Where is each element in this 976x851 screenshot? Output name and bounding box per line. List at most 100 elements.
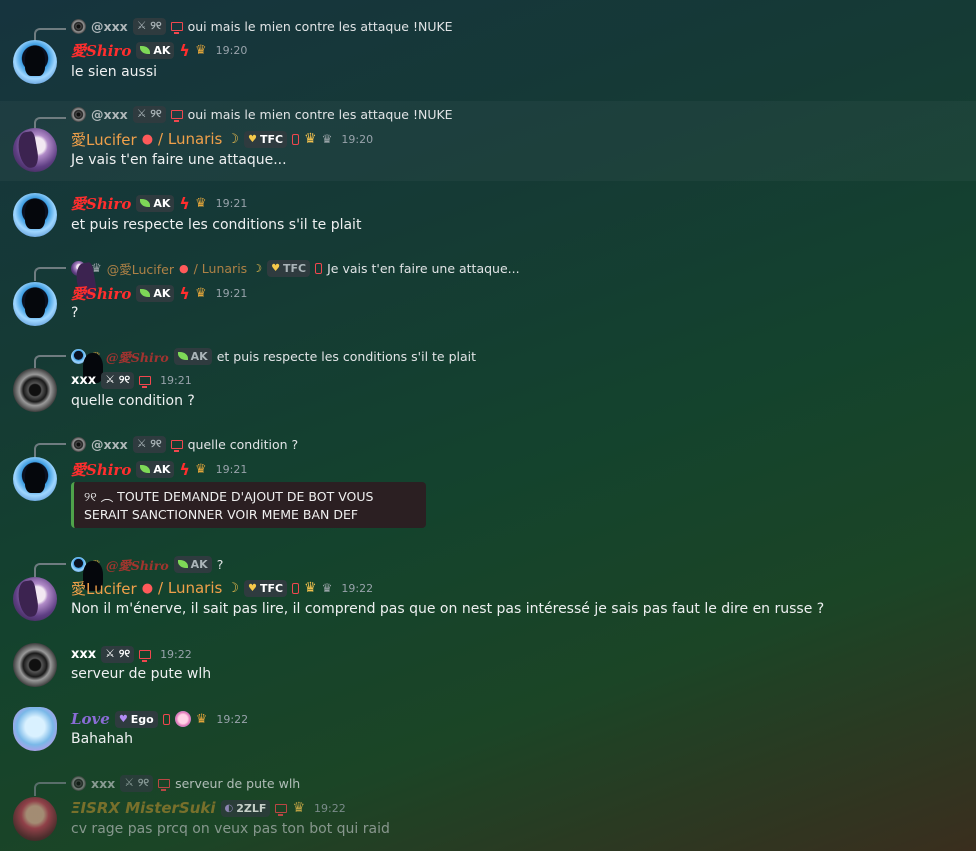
- guild-tag[interactable]: ♥ TFC: [243, 579, 288, 597]
- reply-text: et puis respecte les conditions s'il te …: [216, 348, 477, 364]
- author-name[interactable]: Love: [71, 710, 110, 728]
- message-header: 愛Shiro AK ϟ ♛ 19:21: [71, 282, 247, 304]
- timestamp[interactable]: 19:22: [160, 648, 192, 661]
- leaf-icon: [140, 289, 151, 297]
- timestamp[interactable]: 19:20: [216, 44, 248, 57]
- reply-avatar: [71, 260, 86, 276]
- author-name[interactable]: 愛Lucifer: [71, 129, 137, 150]
- bubble-icon: [174, 711, 191, 727]
- message-2[interactable]: @xxx ⚔ ୨୧ oui mais le mien contre les at…: [0, 101, 976, 181]
- timestamp[interactable]: 19:22: [341, 582, 373, 595]
- timestamp[interactable]: 19:20: [341, 133, 373, 146]
- reply-author[interactable]: @xxx: [91, 19, 128, 34]
- timestamp[interactable]: 19:21: [160, 374, 192, 387]
- reply-author[interactable]: @愛Shiro: [106, 347, 169, 366]
- guild-tag[interactable]: AK: [136, 41, 175, 59]
- leaf-icon: [177, 352, 188, 360]
- tag-label: TFC: [259, 581, 284, 595]
- tag-label: AK: [190, 349, 208, 363]
- apple-icon: ●: [141, 580, 154, 596]
- leaf-icon: [140, 199, 151, 207]
- tag-label: 2ZLF: [236, 801, 267, 815]
- message-header: 愛Shiro AK ϟ ♛ 19:20: [71, 39, 247, 61]
- guild-tag[interactable]: AK: [136, 284, 175, 302]
- author-name[interactable]: ΞISRX MisterSuki: [71, 799, 216, 817]
- reply-spine: [34, 355, 66, 369]
- guild-tag[interactable]: AK: [136, 460, 175, 478]
- message-header: 愛Shiro AK ϟ ♛ 19:21: [71, 192, 247, 214]
- message-9[interactable]: Love ♥ Ego ♛ 19:22 Bahahah: [0, 706, 976, 766]
- moon-icon: ☽: [227, 580, 239, 596]
- reply-preview[interactable]: @xxx ⚔ ୨୧ oui mais le mien contre les at…: [71, 105, 453, 123]
- guild-tag[interactable]: ♥ TFC: [243, 130, 288, 148]
- timestamp[interactable]: 19:22: [314, 802, 346, 815]
- reply-preview[interactable]: ♛ @愛Shiro AK ?: [71, 555, 223, 573]
- message-7[interactable]: ♛ @愛Shiro AK ? 愛Lucifer ● / Lunaris ☽ ♥T…: [0, 554, 976, 628]
- reply-author[interactable]: @愛Shiro: [106, 555, 169, 574]
- desktop-icon: [170, 109, 183, 122]
- badge-icon: ⚔ ୨୧: [132, 435, 166, 453]
- reply-text: oui mais le mien contre les attaque !NUK…: [187, 18, 453, 34]
- reply-preview[interactable]: @xxx ⚔ ୨୧ quelle condition ?: [71, 435, 298, 453]
- reply-preview[interactable]: xxx ⚔ ୨୧ serveur de pute wlh: [71, 774, 300, 792]
- author-name[interactable]: 愛Shiro: [71, 283, 131, 304]
- message-4[interactable]: ♛ @愛Lucifer ● / Lunaris ☽ ♥ TFC Je vais t…: [0, 258, 976, 328]
- author-name[interactable]: xxx: [71, 373, 96, 388]
- message-8[interactable]: xxx ⚔ ୨୧ 19:22 serveur de pute wlh: [0, 640, 976, 700]
- mobile-icon: [162, 713, 170, 725]
- avatar[interactable]: [13, 643, 57, 687]
- avatar[interactable]: [13, 282, 57, 326]
- message-6[interactable]: @xxx ⚔ ୨୧ quelle condition ? 愛Shiro AK ϟ…: [0, 434, 976, 534]
- reply-spine: [34, 267, 66, 281]
- message-3[interactable]: 愛Shiro AK ϟ ♛ 19:21 et puis respecte les…: [0, 188, 976, 248]
- reply-text: serveur de pute wlh: [175, 775, 301, 791]
- author-name[interactable]: 愛Shiro: [71, 40, 131, 61]
- author-name[interactable]: 愛Lucifer: [71, 578, 137, 599]
- guild-tag: AK: [173, 347, 212, 365]
- author-name[interactable]: 愛Shiro: [71, 459, 131, 480]
- avatar[interactable]: [13, 797, 57, 841]
- message-10[interactable]: xxx ⚔ ୨୧ serveur de pute wlh ΞISRX Miste…: [0, 773, 976, 851]
- crown-icon: ♛: [194, 461, 207, 477]
- timestamp[interactable]: 19:21: [216, 197, 248, 210]
- author-name[interactable]: xxx: [71, 647, 96, 662]
- message-text: quelle condition ?: [71, 393, 195, 409]
- message-text: ?: [71, 305, 79, 321]
- reply-author[interactable]: @xxx: [91, 437, 128, 452]
- avatar[interactable]: [13, 457, 57, 501]
- reply-avatar: [71, 106, 86, 122]
- avatar[interactable]: [13, 193, 57, 237]
- message-header: Love ♥ Ego ♛ 19:22: [71, 708, 248, 730]
- reply-author[interactable]: xxx: [91, 776, 115, 791]
- reply-spine: [34, 782, 66, 796]
- reply-preview[interactable]: ♛ @愛Lucifer ● / Lunaris ☽ ♥ TFC Je vais t…: [71, 259, 520, 277]
- tag-label: AK: [153, 43, 171, 57]
- message-text: Bahahah: [71, 731, 133, 747]
- reply-preview[interactable]: @xxx ⚔ ୨୧ oui mais le mien contre les at…: [71, 17, 453, 35]
- guild-tag[interactable]: AK: [136, 194, 175, 212]
- heart-icon: ♥: [247, 582, 257, 594]
- badge-icon: ⚔ ୨୧: [101, 371, 135, 389]
- avatar[interactable]: [13, 368, 57, 412]
- desktop-icon: [139, 649, 152, 662]
- reply-author[interactable]: @愛Lucifer: [107, 259, 174, 278]
- author-name[interactable]: 愛Shiro: [71, 193, 131, 214]
- guild-tag: AK: [173, 555, 212, 573]
- avatar[interactable]: [13, 128, 57, 172]
- avatar[interactable]: [13, 577, 57, 621]
- timestamp[interactable]: 19:21: [216, 287, 248, 300]
- avatar[interactable]: [13, 40, 57, 84]
- message-1[interactable]: @xxx ⚔ ୨୧ oui mais le mien contre les at…: [0, 12, 976, 92]
- message-header: 愛Lucifer ● / Lunaris ☽ ♥ TFC ♛ ♛ 19:20: [71, 128, 373, 150]
- guild-tag[interactable]: ♥ Ego: [114, 710, 158, 728]
- guild-tag[interactable]: ◐ 2ZLF: [220, 799, 271, 817]
- reply-author[interactable]: @xxx: [91, 107, 128, 122]
- message-5[interactable]: ♛ @愛Shiro AK et puis respecte les condit…: [0, 346, 976, 416]
- avatar[interactable]: [13, 707, 57, 751]
- timestamp[interactable]: 19:22: [216, 713, 248, 726]
- tag-label: AK: [153, 462, 171, 476]
- timestamp[interactable]: 19:21: [216, 463, 248, 476]
- crown-icon: ♛: [292, 800, 305, 816]
- message-text: cv rage pas prcq on veux pas ton bot qui…: [71, 821, 390, 837]
- reply-preview[interactable]: ♛ @愛Shiro AK et puis respecte les condit…: [71, 347, 476, 365]
